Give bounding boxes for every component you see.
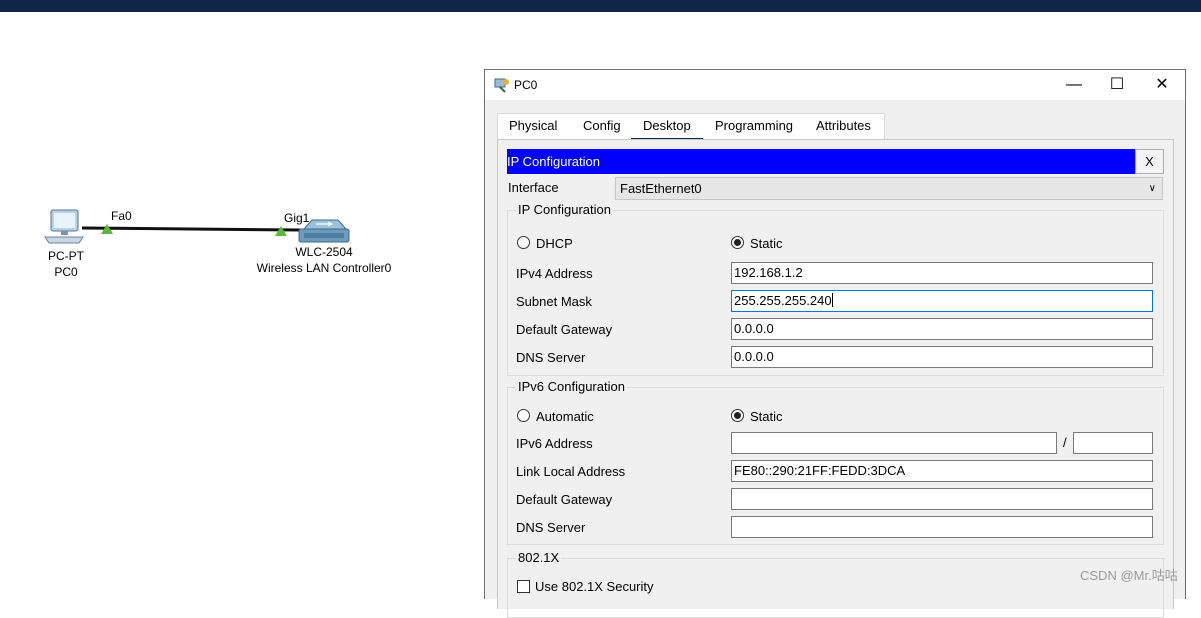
static-label[interactable]: Static	[750, 236, 783, 251]
interface-label: Interface	[508, 180, 559, 195]
wlc-port-label: Gig1	[284, 211, 310, 225]
subnet-mask-value: 255.255.255.240	[734, 293, 832, 308]
ipv6-group-title: IPv6 Configuration	[516, 379, 627, 395]
prefix-separator: /	[1063, 435, 1067, 450]
tab-config[interactable]: Config	[571, 113, 633, 139]
tab-desktop[interactable]: Desktop	[631, 113, 703, 141]
pc0-window: PC0 — ☐ ✕ Physical Config Desktop Progra…	[484, 69, 1186, 618]
pc-icon[interactable]	[43, 209, 85, 247]
ipv6-static-label[interactable]: Static	[750, 409, 783, 424]
packet-tracer-app-icon	[494, 78, 509, 93]
ipv6-dns-server-input[interactable]	[731, 516, 1153, 538]
window-titlebar[interactable]: PC0 — ☐ ✕	[485, 70, 1185, 100]
ipv6-prefix-length-input[interactable]	[1073, 432, 1153, 454]
ipv4-configuration-group: IP Configuration DHCP Static IPv4 Addres…	[507, 202, 1164, 376]
pc-port-label: Fa0	[111, 209, 132, 223]
ipv6-configuration-group: IPv6 Configuration Automatic Static IPv6…	[507, 379, 1164, 545]
dhcp-label[interactable]: DHCP	[536, 236, 573, 251]
tab-attributes[interactable]: Attributes	[804, 113, 883, 139]
ipv6-dns-server-label: DNS Server	[516, 520, 586, 535]
interface-select[interactable]: FastEthernet0 ∨	[615, 177, 1163, 200]
static-radio[interactable]	[731, 236, 744, 249]
subnet-mask-input[interactable]: 255.255.255.240	[731, 290, 1153, 312]
ipv4-group-title: IP Configuration	[516, 202, 613, 218]
topology-canvas[interactable]: PC-PT PC0 Fa0 Gig1 WLC-2504 Wireless LAN…	[0, 12, 485, 590]
automatic-radio[interactable]	[517, 409, 530, 422]
use-8021x-label[interactable]: Use 802.1X Security	[535, 579, 654, 594]
ipv6-address-input[interactable]	[731, 432, 1057, 454]
link-local-address-label: Link Local Address	[516, 464, 626, 479]
ipv6-static-radio[interactable]	[731, 409, 744, 422]
maximize-button[interactable]: ☐	[1094, 70, 1140, 100]
wlc-model-label: WLC-2504	[295, 245, 353, 259]
tab-physical[interactable]: Physical	[497, 113, 569, 139]
ipv6-address-label: IPv6 Address	[516, 436, 593, 451]
desktop-panel: IP Configuration X Interface FastEtherne…	[497, 139, 1174, 618]
use-8021x-checkbox[interactable]	[517, 580, 530, 593]
interface-selected-value: FastEthernet0	[620, 181, 702, 196]
link-local-address-input[interactable]: FE80::290:21FF:FEDD:3DCA	[731, 460, 1153, 482]
dot1x-group: 802.1X Use 802.1X Security	[507, 550, 1164, 618]
chevron-down-icon: ∨	[1148, 183, 1156, 194]
dot1x-group-title: 802.1X	[516, 550, 562, 566]
wlc-name-label: Wireless LAN Controller0	[256, 261, 392, 275]
watermark: CSDN @Mr.咕咕	[1080, 568, 1178, 583]
ipv6-default-gateway-input[interactable]	[731, 488, 1153, 510]
pc-name-label: PC0	[54, 265, 78, 279]
ip-configuration-header: IP Configuration	[507, 149, 1135, 174]
dhcp-radio[interactable]	[517, 236, 530, 249]
ipv4-address-input[interactable]: 192.168.1.2	[731, 262, 1153, 284]
dns-server-input[interactable]: 0.0.0.0	[731, 346, 1153, 368]
minimize-button[interactable]: —	[1051, 70, 1097, 100]
default-gateway-input[interactable]: 0.0.0.0	[731, 318, 1153, 340]
top-banner	[0, 0, 1201, 12]
text-cursor	[831, 293, 833, 307]
automatic-label[interactable]: Automatic	[536, 409, 594, 424]
window-title: PC0	[514, 78, 538, 92]
ipv6-default-gateway-label: Default Gateway	[516, 492, 613, 507]
subnet-mask-label: Subnet Mask	[516, 294, 592, 309]
ip-configuration-close-button[interactable]: X	[1135, 149, 1164, 174]
pc-type-label: PC-PT	[48, 249, 84, 263]
ipv4-address-label: IPv4 Address	[516, 266, 593, 281]
default-gateway-label: Default Gateway	[516, 322, 613, 337]
dns-server-label: DNS Server	[516, 350, 586, 365]
close-button[interactable]: ✕	[1139, 70, 1185, 100]
tab-programming[interactable]: Programming	[703, 113, 805, 139]
